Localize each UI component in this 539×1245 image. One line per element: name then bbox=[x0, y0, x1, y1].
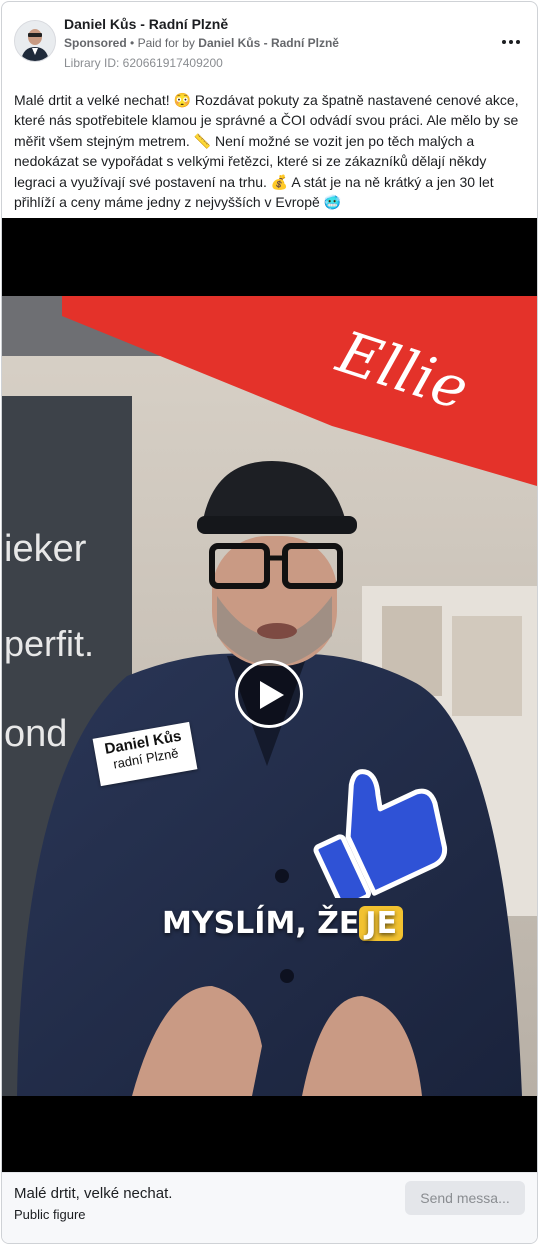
paid-prefix: Paid for by bbox=[137, 36, 195, 50]
post-header: Daniel Kůs - Radní Plzně Sponsored • Pai… bbox=[2, 2, 537, 82]
post-body-text: Malé drtit a velké nechat! 😳 Rozdávat po… bbox=[14, 92, 519, 211]
more-horizontal-icon bbox=[502, 40, 506, 44]
cta-subtitle: Public figure bbox=[14, 1207, 86, 1222]
subtitle-highlight: JE bbox=[359, 906, 404, 941]
thumbs-up-icon bbox=[313, 769, 448, 898]
sponsored-line: Sponsored • Paid for by Daniel Kůs - Rad… bbox=[64, 36, 339, 50]
subtitle-main: MYSLÍM, ŽE bbox=[162, 906, 360, 941]
paid-by-name[interactable]: Daniel Kůs - Radní Plzně bbox=[198, 36, 339, 50]
play-button[interactable] bbox=[235, 660, 303, 728]
ad-card: Daniel Kůs - Radní Plzně Sponsored • Pai… bbox=[1, 1, 538, 1244]
more-options-button[interactable] bbox=[499, 32, 523, 52]
page-name[interactable]: Daniel Kůs - Radní Plzně bbox=[64, 16, 228, 32]
sponsored-label: Sponsored bbox=[64, 36, 127, 50]
meta-separator: • bbox=[130, 36, 138, 50]
send-message-button[interactable]: Send messa... bbox=[405, 1181, 525, 1215]
library-id: Library ID: 620661917409200 bbox=[64, 56, 223, 70]
more-dot bbox=[509, 40, 513, 44]
play-icon bbox=[260, 681, 284, 709]
video-subtitle: MYSLÍM, ŽE JE bbox=[162, 906, 404, 941]
video-player[interactable]: Ellie ieker perfit. ond Daniel Kůs radní… bbox=[2, 218, 537, 1172]
avatar[interactable] bbox=[14, 20, 56, 62]
more-dot bbox=[516, 40, 520, 44]
cta-title[interactable]: Malé drtit, velké nechat. bbox=[14, 1185, 172, 1202]
banner-text-3: ond bbox=[4, 713, 67, 755]
banner-text-2: perfit. bbox=[4, 623, 94, 664]
cta-bar[interactable]: Malé drtit, velké nechat. Public figure … bbox=[2, 1172, 537, 1243]
banner-text-1: ieker bbox=[4, 528, 87, 570]
avatar-image bbox=[15, 21, 55, 61]
